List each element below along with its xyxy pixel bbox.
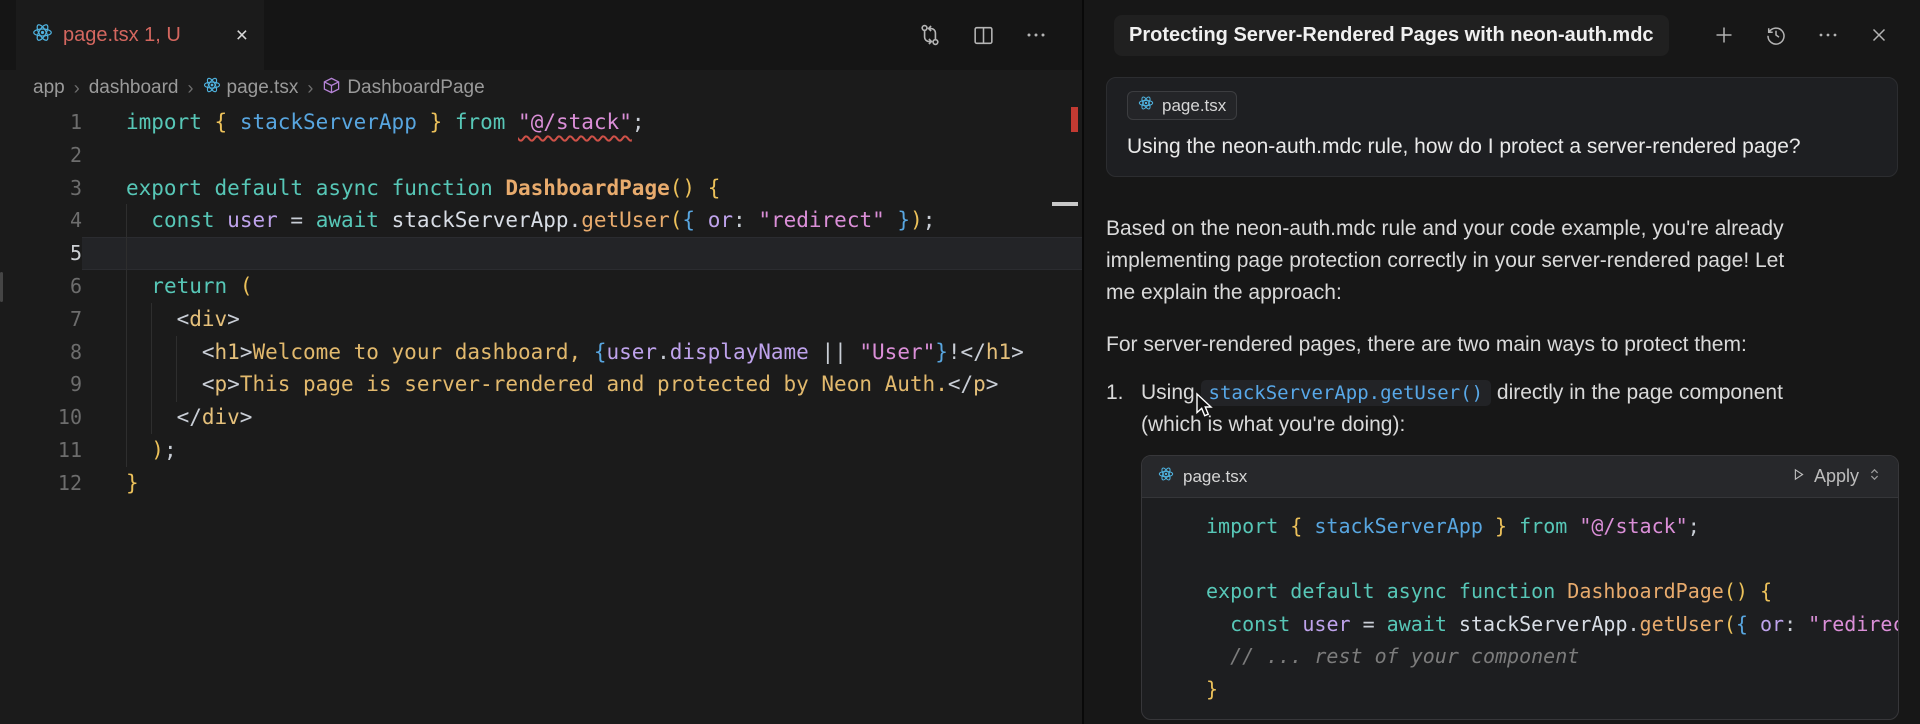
user-message-card: page.tsx Using the neon-auth.mdc rule, h… (1106, 77, 1898, 177)
editor-pane: page.tsx 1, U × app › dashboard › (0, 0, 1082, 724)
overview-ruler-error-marker (1071, 107, 1078, 132)
assistant-message: Based on the neon-auth.mdc rule and your… (1106, 213, 1898, 441)
code-line: 5 (0, 237, 1082, 270)
inline-code: stackServerApp.getUser() (1201, 380, 1492, 406)
more-actions-icon[interactable] (1024, 23, 1048, 47)
react-icon (1138, 95, 1154, 116)
symbol-class-icon (322, 76, 341, 101)
more-options-icon[interactable] (1816, 23, 1840, 47)
split-editor-icon[interactable] (971, 23, 996, 48)
indent-guide (151, 303, 152, 434)
ordered-list-item: 1. Using stackServerApp.getUser() direct… (1106, 377, 1898, 441)
react-icon (32, 22, 53, 48)
line-number: 10 (0, 401, 82, 434)
close-panel-icon[interactable] (1868, 24, 1890, 46)
breadcrumb-separator: › (188, 78, 194, 99)
file-chip-label: page.tsx (1162, 96, 1226, 116)
chat-panel: Protecting Server-Rendered Pages with ne… (1084, 0, 1920, 724)
code-block-body: import { stackServerApp } from "@/stack"… (1142, 498, 1898, 719)
app-window: page.tsx 1, U × app › dashboard › (0, 0, 1920, 724)
user-question: Using the neon-auth.mdc rule, how do I p… (1127, 133, 1877, 160)
code-line: 1import { stackServerApp } from "@/stack… (0, 106, 1082, 139)
code-line: // ... rest of your component (1162, 640, 1898, 673)
line-number: 8 (0, 336, 82, 369)
new-chat-icon[interactable] (1712, 23, 1736, 47)
file-chip[interactable]: page.tsx (1127, 91, 1237, 120)
tab-label: page.tsx 1, U (63, 24, 181, 47)
line-number: 9 (0, 368, 82, 401)
tab-page-tsx[interactable]: page.tsx 1, U × (16, 0, 264, 70)
line-number: 2 (0, 139, 82, 172)
line-number: 3 (0, 172, 82, 205)
list-number: 1. (1106, 377, 1141, 441)
assistant-paragraph: For server-rendered pages, there are two… (1106, 329, 1811, 361)
breadcrumb-separator: › (307, 78, 313, 99)
chat-title: Protecting Server-Rendered Pages with ne… (1114, 15, 1669, 56)
code-line: 11 ); (0, 434, 1082, 467)
breadcrumb-separator: › (74, 78, 80, 99)
breadcrumb-dashboard[interactable]: dashboard (89, 77, 179, 99)
list-item-text: Using stackServerApp.getUser() directly … (1141, 377, 1811, 441)
code-line: 6 return ( (0, 270, 1082, 303)
history-icon[interactable] (1764, 23, 1788, 47)
breadcrumb-file[interactable]: page.tsx (203, 76, 299, 100)
line-number: 6 (0, 270, 82, 303)
code-line: 12} (0, 467, 1082, 500)
code-line: 7 <div> (0, 303, 1082, 336)
code-line: 8 <h1>Welcome to your dashboard, {user.d… (0, 336, 1082, 369)
chat-header: Protecting Server-Rendered Pages with ne… (1084, 0, 1920, 70)
line-number: 4 (0, 204, 82, 237)
code-line: export default async function DashboardP… (1162, 575, 1898, 608)
code-line: } (1162, 673, 1898, 706)
overview-ruler-cursor-marker (1052, 202, 1078, 206)
open-changes-icon[interactable] (917, 22, 943, 48)
breadcrumb-app[interactable]: app (33, 77, 65, 99)
line-number: 7 (0, 303, 82, 336)
react-icon (1158, 466, 1174, 487)
code-block-filename: page.tsx (1183, 467, 1247, 487)
line-number: 12 (0, 467, 82, 500)
code-line: 4 const user = await stackServerApp.getU… (0, 204, 1082, 237)
breadcrumb-symbol[interactable]: DashboardPage (322, 76, 484, 101)
breadcrumb: app › dashboard › page.tsx › DashboardPa… (0, 70, 1082, 106)
react-icon (203, 76, 221, 100)
line-number: 5 (0, 237, 82, 270)
code-line: 10 </div> (0, 401, 1082, 434)
code-line: 2 (0, 139, 1082, 172)
code-line: import { stackServerApp } from "@/stack"… (1162, 510, 1898, 543)
line-number: 11 (0, 434, 82, 467)
line-number: 1 (0, 106, 82, 139)
code-line: 9 <p>This page is server-rendered and pr… (0, 368, 1082, 401)
left-edge-scroll-hint (0, 272, 3, 302)
play-icon (1791, 466, 1806, 487)
editor-code[interactable]: 1import { stackServerApp } from "@/stack… (0, 106, 1082, 500)
chat-header-icons (1712, 23, 1890, 47)
indent-guide (176, 336, 177, 402)
tab-close-icon[interactable]: × (236, 25, 248, 46)
editor-tab-bar: page.tsx 1, U × (0, 0, 1082, 70)
code-line (1162, 543, 1898, 576)
apply-button[interactable]: Apply (1791, 466, 1882, 487)
assistant-paragraph: Based on the neon-auth.mdc rule and your… (1106, 213, 1811, 309)
chat-code-block: page.tsx Apply import { stackServerApp }… (1141, 455, 1899, 720)
code-block-header: page.tsx Apply (1142, 456, 1898, 498)
indent-guide (126, 204, 127, 467)
code-line: const user = await stackServerApp.getUse… (1162, 608, 1898, 641)
code-line: 3export default async function Dashboard… (0, 172, 1082, 205)
expand-icon[interactable] (1867, 466, 1882, 487)
editor-actions (917, 0, 1048, 70)
